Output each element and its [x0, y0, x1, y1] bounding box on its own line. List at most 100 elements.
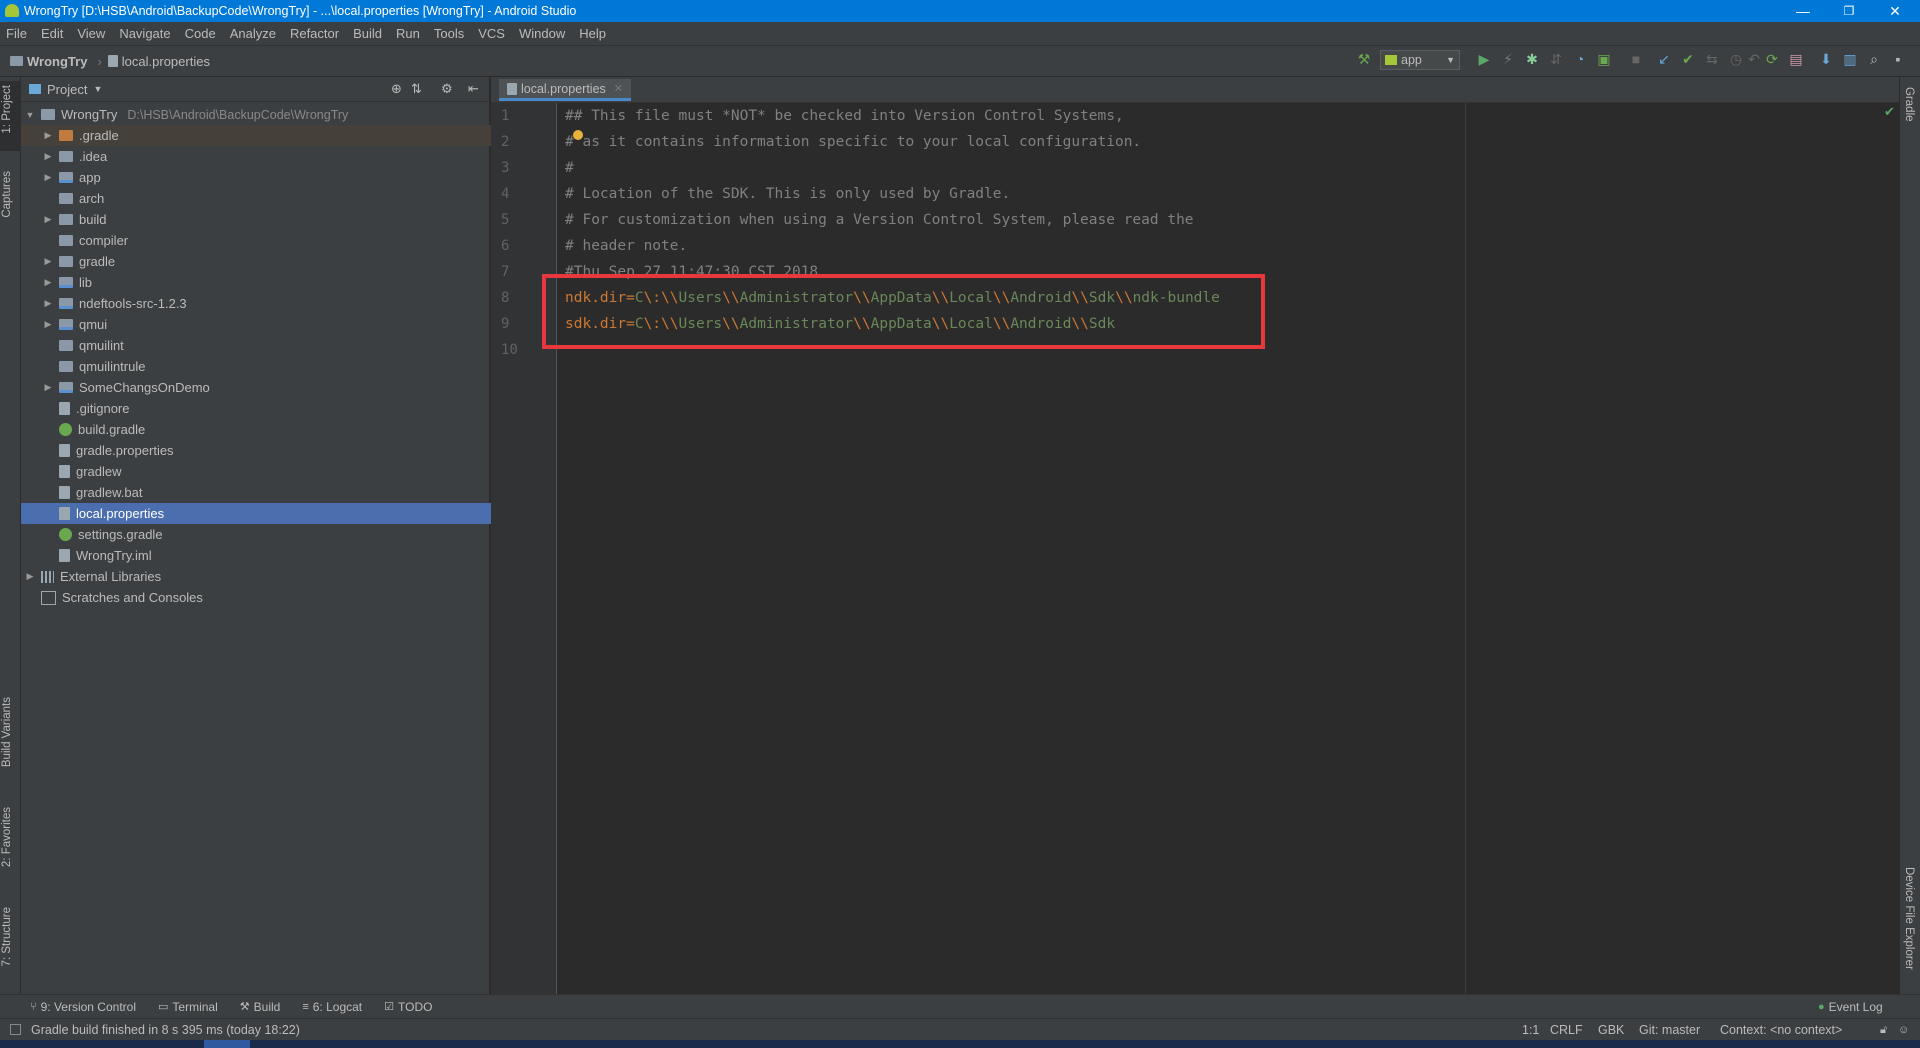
menu-view[interactable]: View: [77, 26, 105, 41]
avd-manager-icon[interactable]: ▤: [1788, 51, 1804, 67]
git-branch[interactable]: Git: master: [1639, 1019, 1700, 1041]
tool-logcat[interactable]: ≡ 6: Logcat: [302, 1000, 362, 1014]
menu-build[interactable]: Build: [353, 26, 382, 41]
menu-run[interactable]: Run: [396, 26, 420, 41]
menu-help[interactable]: Help: [579, 26, 606, 41]
tool-build[interactable]: ⚒ Build: [240, 1000, 281, 1014]
tree-item[interactable]: .gitignore: [21, 398, 512, 419]
run-icon[interactable]: ▶: [1476, 51, 1492, 67]
expand-arrow-icon[interactable]: ▶: [43, 130, 53, 141]
tree-external-libraries[interactable]: ▶ External Libraries: [21, 566, 494, 587]
tree-item[interactable]: ▶ gradle: [21, 251, 512, 272]
menu-tools[interactable]: Tools: [434, 26, 464, 41]
maximize-button[interactable]: ❐: [1826, 0, 1872, 22]
expand-arrow-icon[interactable]: ▶: [43, 382, 53, 393]
user-icon[interactable]: ▪: [1890, 51, 1906, 67]
tool-todo[interactable]: ☑ TODO: [384, 1000, 432, 1014]
tab-build-variants[interactable]: Build Variants: [1, 697, 13, 767]
vcs-revert-icon[interactable]: ↶: [1746, 51, 1762, 67]
editor-code-area[interactable]: ## This file must *NOT* be checked into …: [557, 103, 1899, 994]
menu-analyze[interactable]: Analyze: [230, 26, 276, 41]
tree-item[interactable]: WrongTry.iml: [21, 545, 512, 566]
tree-item[interactable]: gradlew: [21, 461, 512, 482]
expand-arrow-icon[interactable]: ▶: [43, 172, 53, 183]
tree-item[interactable]: gradle.properties: [21, 440, 512, 461]
expand-arrow-icon[interactable]: ▶: [43, 319, 53, 330]
run-config-dropdown[interactable]: app ▼: [1380, 50, 1460, 70]
file-encoding[interactable]: GBK: [1598, 1019, 1624, 1041]
tab-device-file-explorer[interactable]: Device File Explorer: [1903, 867, 1915, 970]
close-tab-icon[interactable]: ✕: [614, 82, 623, 95]
breadcrumb-file[interactable]: local.properties: [107, 54, 210, 69]
make-project-hammer-icon[interactable]: ⚒: [1356, 51, 1372, 67]
debug-icon[interactable]: ✱: [1524, 51, 1540, 67]
hide-panel-icon[interactable]: ⇤: [468, 81, 479, 97]
expand-arrow-icon[interactable]: ▶: [43, 277, 53, 288]
apply-changes-icon[interactable]: ⚡: [1500, 51, 1516, 67]
taskbar-active-app[interactable]: [204, 1040, 250, 1048]
vcs-compare-icon[interactable]: ⇆: [1704, 51, 1720, 67]
gear-icon[interactable]: ⚙: [441, 81, 453, 97]
menu-refactor[interactable]: Refactor: [290, 26, 339, 41]
tree-item[interactable]: qmuilintrule: [21, 356, 512, 377]
tree-item[interactable]: ▶ app: [21, 167, 512, 188]
tree-item[interactable]: settings.gradle: [21, 524, 512, 545]
chevron-down-icon[interactable]: ▼: [93, 84, 102, 94]
profile-icon[interactable]: ◔: [1572, 51, 1588, 67]
expand-arrow-icon[interactable]: ▶: [43, 256, 53, 267]
tree-item[interactable]: ▶ .idea: [21, 146, 512, 167]
menu-vcs[interactable]: VCS: [478, 26, 505, 41]
coverage-icon[interactable]: ▣: [1596, 51, 1612, 67]
tab-local-properties[interactable]: local.properties ✕: [499, 79, 631, 101]
collapse-all-icon[interactable]: ⇅: [411, 81, 422, 97]
attach-debugger-icon[interactable]: ⇵: [1548, 51, 1564, 67]
tab-captures[interactable]: Captures: [1, 171, 13, 218]
tool-terminal[interactable]: ▭ Terminal: [158, 1000, 218, 1014]
tree-item[interactable]: build.gradle: [21, 419, 512, 440]
expand-arrow-icon[interactable]: ▼: [25, 110, 35, 120]
minimize-button[interactable]: —: [1780, 0, 1826, 22]
scroll-from-source-icon[interactable]: ⊕: [391, 81, 402, 97]
tree-item[interactable]: ▶ .gradle: [21, 125, 512, 146]
menu-window[interactable]: Window: [519, 26, 565, 41]
expand-arrow-icon[interactable]: ▶: [43, 298, 53, 309]
toggle-tool-windows-icon[interactable]: [10, 1024, 21, 1035]
inspector-icon[interactable]: ☺︎: [1898, 1019, 1909, 1041]
tab-favorites[interactable]: 2: Favorites: [1, 807, 13, 867]
context-indicator[interactable]: Context: <no context>: [1720, 1019, 1842, 1041]
sdk-manager-icon[interactable]: ⬇: [1818, 51, 1834, 67]
tool-version-control[interactable]: ⑂ 9: Version Control: [30, 1000, 136, 1014]
expand-arrow-icon[interactable]: ▶: [25, 571, 35, 582]
tree-item[interactable]: local.properties: [21, 503, 512, 524]
tree-item[interactable]: arch: [21, 188, 512, 209]
tree-item[interactable]: ▶ SomeChangsOnDemo: [21, 377, 512, 398]
tab-gradle[interactable]: Gradle: [1903, 87, 1915, 122]
tree-item[interactable]: ▶ lib: [21, 272, 512, 293]
tree-item[interactable]: qmuilint: [21, 335, 512, 356]
menu-code[interactable]: Code: [185, 26, 216, 41]
tree-item[interactable]: ▶ build: [21, 209, 512, 230]
tree-item[interactable]: ▶ qmui: [21, 314, 512, 335]
project-structure-icon[interactable]: ▥: [1842, 51, 1858, 67]
tab-structure[interactable]: 7: Structure: [1, 907, 13, 966]
tree-item[interactable]: gradlew.bat: [21, 482, 512, 503]
menu-edit[interactable]: Edit: [41, 26, 63, 41]
sync-gradle-icon[interactable]: ⟳: [1764, 51, 1780, 67]
menu-file[interactable]: File: [6, 26, 27, 41]
expand-arrow-icon[interactable]: ▶: [43, 214, 53, 225]
stop-icon[interactable]: ■: [1628, 51, 1644, 67]
lock-icon[interactable]: 🔓︎: [1880, 1019, 1887, 1041]
menu-navigate[interactable]: Navigate: [119, 26, 170, 41]
vcs-history-icon[interactable]: ◷: [1728, 51, 1744, 67]
tool-event-log[interactable]: ● Event Log: [1818, 1000, 1883, 1014]
expand-arrow-icon[interactable]: ▶: [43, 151, 53, 162]
tree-scratches[interactable]: Scratches and Consoles: [21, 587, 494, 608]
search-icon[interactable]: ⌕: [1866, 51, 1882, 67]
tree-root[interactable]: ▼ WrongTry D:\HSB\Android\BackupCode\Wrong…: [21, 104, 494, 125]
project-view-selector[interactable]: Project: [47, 82, 87, 97]
vcs-commit-icon[interactable]: ✔: [1680, 51, 1696, 67]
close-button[interactable]: ✕: [1872, 0, 1918, 22]
caret-position[interactable]: 1:1: [1522, 1019, 1539, 1041]
intention-bulb-icon[interactable]: [573, 130, 583, 140]
tree-item[interactable]: compiler: [21, 230, 512, 251]
